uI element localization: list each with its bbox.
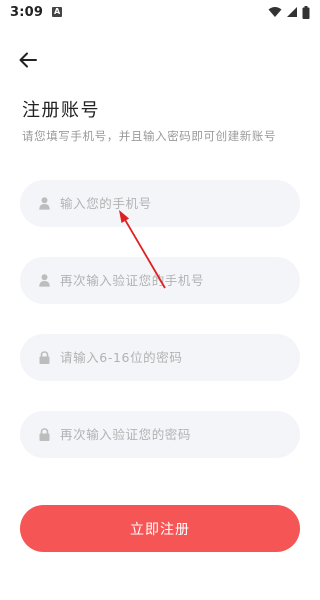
signal-icon (287, 7, 297, 17)
status-bar: 3:09 A (0, 0, 320, 24)
page-subtitle: 请您填写手机号，并且输入密码即可创建新账号 (22, 129, 277, 143)
password-field[interactable] (20, 334, 300, 381)
page-title: 注册账号 (22, 100, 100, 121)
phone-input[interactable] (60, 188, 280, 219)
status-icons (268, 5, 310, 19)
user-icon (38, 197, 50, 211)
register-button[interactable]: 立即注册 (20, 505, 300, 552)
notification-a-icon: A (52, 7, 63, 17)
password-input[interactable] (60, 342, 280, 373)
lock-icon (38, 428, 50, 442)
register-screen: 3:09 A 注册账号 请您填写手机号，并且输入密码即可创建新账号 输入您的手机… (0, 0, 320, 600)
user-icon (38, 274, 50, 288)
status-time: 3:09 (10, 4, 44, 20)
phone-confirm-field[interactable] (20, 257, 300, 304)
arrow-left-icon (19, 52, 37, 68)
lock-icon (38, 351, 50, 365)
password-confirm-field[interactable] (20, 411, 300, 458)
password-confirm-input[interactable] (60, 419, 280, 450)
phone-confirm-input[interactable] (60, 265, 280, 296)
wifi-icon (268, 7, 282, 17)
phone-field[interactable] (20, 180, 300, 227)
battery-icon (302, 5, 310, 19)
back-button[interactable] (14, 48, 42, 72)
